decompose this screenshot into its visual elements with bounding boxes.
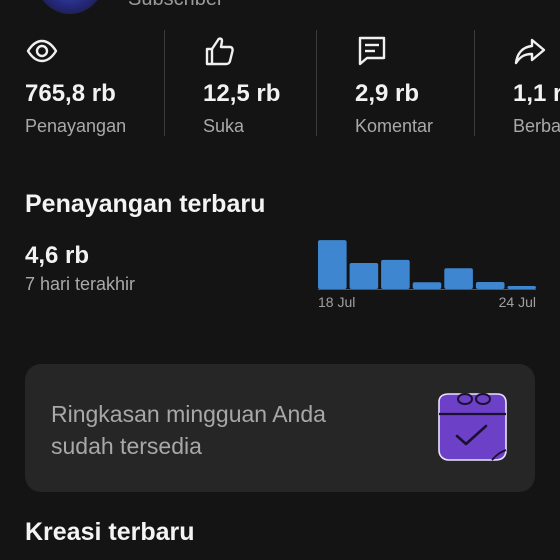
calendar-check-icon — [438, 393, 507, 461]
thumbs-up-icon — [205, 37, 234, 66]
chart-bar-24-jul — [507, 286, 536, 289]
comment-icon — [358, 36, 386, 66]
stat-label: Suka — [203, 116, 245, 136]
chart-bar-19-jul — [349, 263, 379, 289]
chart-bar-18-jul — [318, 240, 347, 289]
recent-views-period: 7 hari terakhir — [25, 274, 136, 294]
stat-value: 1,1 rb — [513, 80, 560, 107]
channel-analytics-page: Subscriber 765,8 rb Penayangan 12,5 rb S… — [0, 0, 560, 560]
weekly-summary-card[interactable]: Ringkasan mingguan Anda sudah tersedia — [25, 364, 535, 492]
recent-views-title: Penayangan terbaru — [25, 190, 266, 218]
stats-row: 765,8 rb Penayangan 12,5 rb Suka 2,9 rb … — [0, 30, 560, 138]
chart-bar-21-jul — [412, 282, 442, 289]
chart-tick-label-start: 18 Jul — [318, 294, 355, 310]
recent-views-value: 4,6 rb — [25, 242, 90, 269]
stat-label: Berbagi — [513, 116, 560, 136]
chart-bar-20-jul — [381, 259, 410, 289]
stat-divider — [474, 30, 475, 136]
stat-divider — [164, 30, 165, 136]
stat-label: Komentar — [355, 116, 434, 136]
recent-views-chart[interactable]: 18 Jul 24 Jul — [318, 232, 536, 312]
subscriber-label: Subscriber — [128, 0, 224, 11]
chart-bar-23-jul — [475, 282, 505, 289]
latest-creations-title: Kreasi terbaru — [25, 518, 195, 546]
stat-divider — [316, 30, 317, 136]
channel-avatar[interactable] — [36, 0, 104, 14]
weekly-summary-text: Ringkasan mingguan Anda sudah tersedia — [51, 401, 326, 459]
eye-icon — [26, 39, 58, 63]
stat-value: 2,9 rb — [355, 80, 420, 107]
share-icon — [514, 38, 546, 65]
bar-chart: 18 Jul 24 Jul — [318, 240, 536, 310]
stat-label: Penayangan — [25, 116, 127, 136]
stat-value: 12,5 rb — [203, 80, 281, 107]
chart-tick-label-end: 24 Jul — [499, 294, 536, 310]
stat-value: 765,8 rb — [25, 80, 116, 107]
chart-bar-22-jul — [444, 268, 473, 289]
